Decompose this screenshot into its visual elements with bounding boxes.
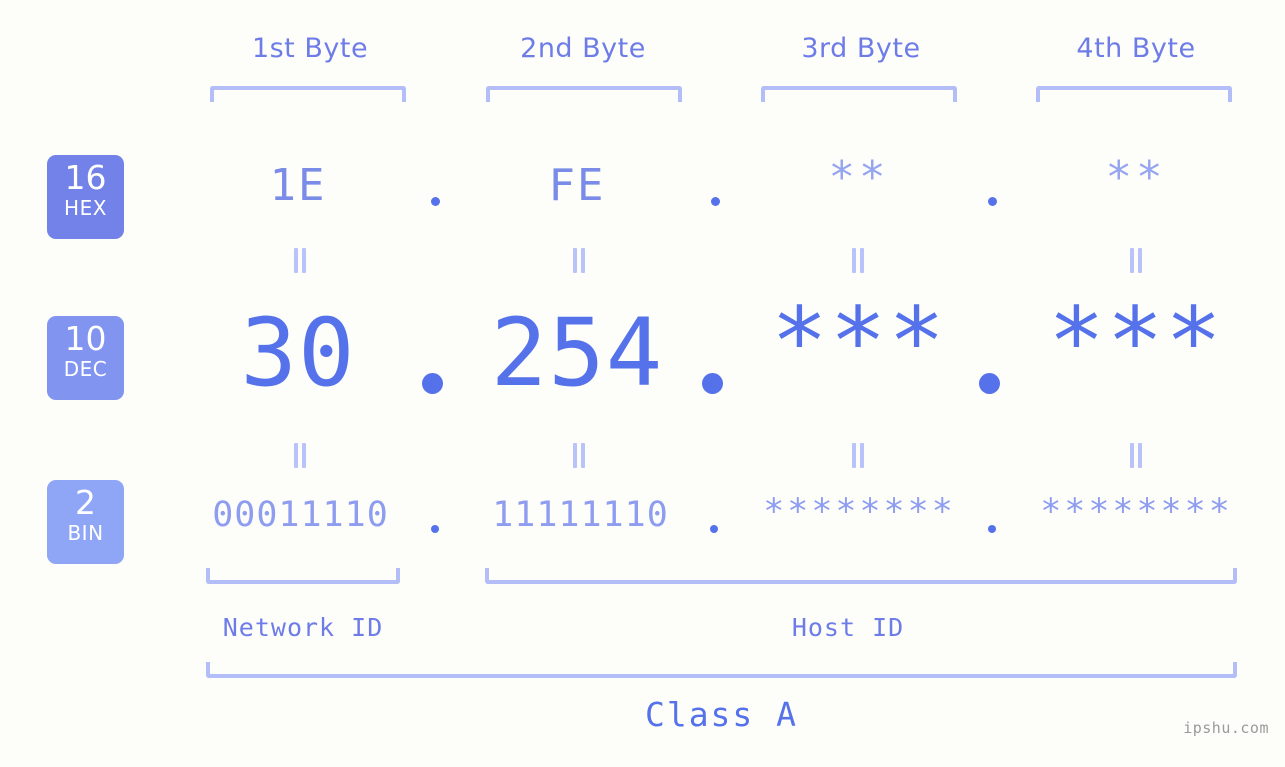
- network-id-bracket: [206, 568, 400, 584]
- byte-header-1: 1st Byte: [251, 33, 369, 64]
- hex-separator-dot-2: [711, 197, 720, 206]
- host-id-label: Host ID: [791, 613, 905, 642]
- equals-connector-2-bottom: [573, 443, 586, 468]
- bin-byte-4: ********: [1040, 492, 1233, 532]
- dec-byte-4: ***: [1048, 288, 1224, 397]
- byte-header-3: 3rd Byte: [801, 33, 921, 64]
- bin-separator-dot-1: [431, 525, 439, 533]
- byte-bracket-2: [486, 86, 682, 102]
- base-badge-hex[interactable]: 16 HEX: [47, 155, 124, 239]
- hex-byte-1: 1E: [269, 160, 327, 211]
- equals-connector-3-bottom: [852, 443, 865, 468]
- hex-byte-2: FE: [548, 160, 606, 211]
- equals-connector-1-bottom: [294, 443, 307, 468]
- equals-connector-4-top: [1130, 248, 1143, 273]
- byte-bracket-4: [1036, 86, 1232, 102]
- byte-header-2: 2nd Byte: [520, 33, 646, 64]
- base-badge-dec-name: DEC: [63, 357, 108, 381]
- bin-byte-3: ********: [763, 492, 956, 532]
- site-watermark: ipshu.com: [1183, 719, 1269, 737]
- base-badge-bin-name: BIN: [67, 521, 104, 545]
- hex-separator-dot-1: [431, 197, 440, 206]
- dec-byte-3: ***: [771, 288, 947, 397]
- bin-separator-dot-2: [710, 525, 718, 533]
- byte-header-4: 4th Byte: [1076, 33, 1196, 64]
- base-badge-dec[interactable]: 10 DEC: [47, 316, 124, 400]
- base-badge-dec-number: 10: [64, 319, 107, 358]
- bin-byte-1: 00011110: [212, 495, 389, 535]
- base-badge-bin[interactable]: 2 BIN: [47, 480, 124, 564]
- dec-byte-1: 30: [240, 299, 356, 408]
- ip-breakdown-diagram: 1st Byte 2nd Byte 3rd Byte 4th Byte 16 H…: [0, 0, 1285, 767]
- network-id-label: Network ID: [222, 613, 384, 642]
- hex-byte-4: **: [1105, 152, 1167, 203]
- byte-bracket-3: [761, 86, 957, 102]
- dec-separator-dot-2: [702, 373, 723, 394]
- class-label: Class A: [644, 695, 799, 734]
- base-badge-bin-number: 2: [75, 483, 96, 522]
- dec-byte-2: 254: [490, 299, 664, 408]
- host-id-bracket: [485, 568, 1237, 584]
- bin-separator-dot-3: [988, 525, 996, 533]
- dec-separator-dot-3: [979, 373, 1000, 394]
- class-bracket: [206, 662, 1237, 678]
- equals-connector-3-top: [852, 248, 865, 273]
- equals-connector-1-top: [294, 248, 307, 273]
- equals-connector-4-bottom: [1130, 443, 1143, 468]
- byte-bracket-1: [210, 86, 406, 102]
- hex-separator-dot-3: [988, 197, 997, 206]
- equals-connector-2-top: [573, 248, 586, 273]
- dec-separator-dot-1: [422, 373, 443, 394]
- hex-byte-3: **: [828, 152, 890, 203]
- bin-byte-2: 11111110: [492, 495, 669, 535]
- base-badge-hex-number: 16: [64, 158, 107, 197]
- base-badge-hex-name: HEX: [64, 196, 107, 220]
